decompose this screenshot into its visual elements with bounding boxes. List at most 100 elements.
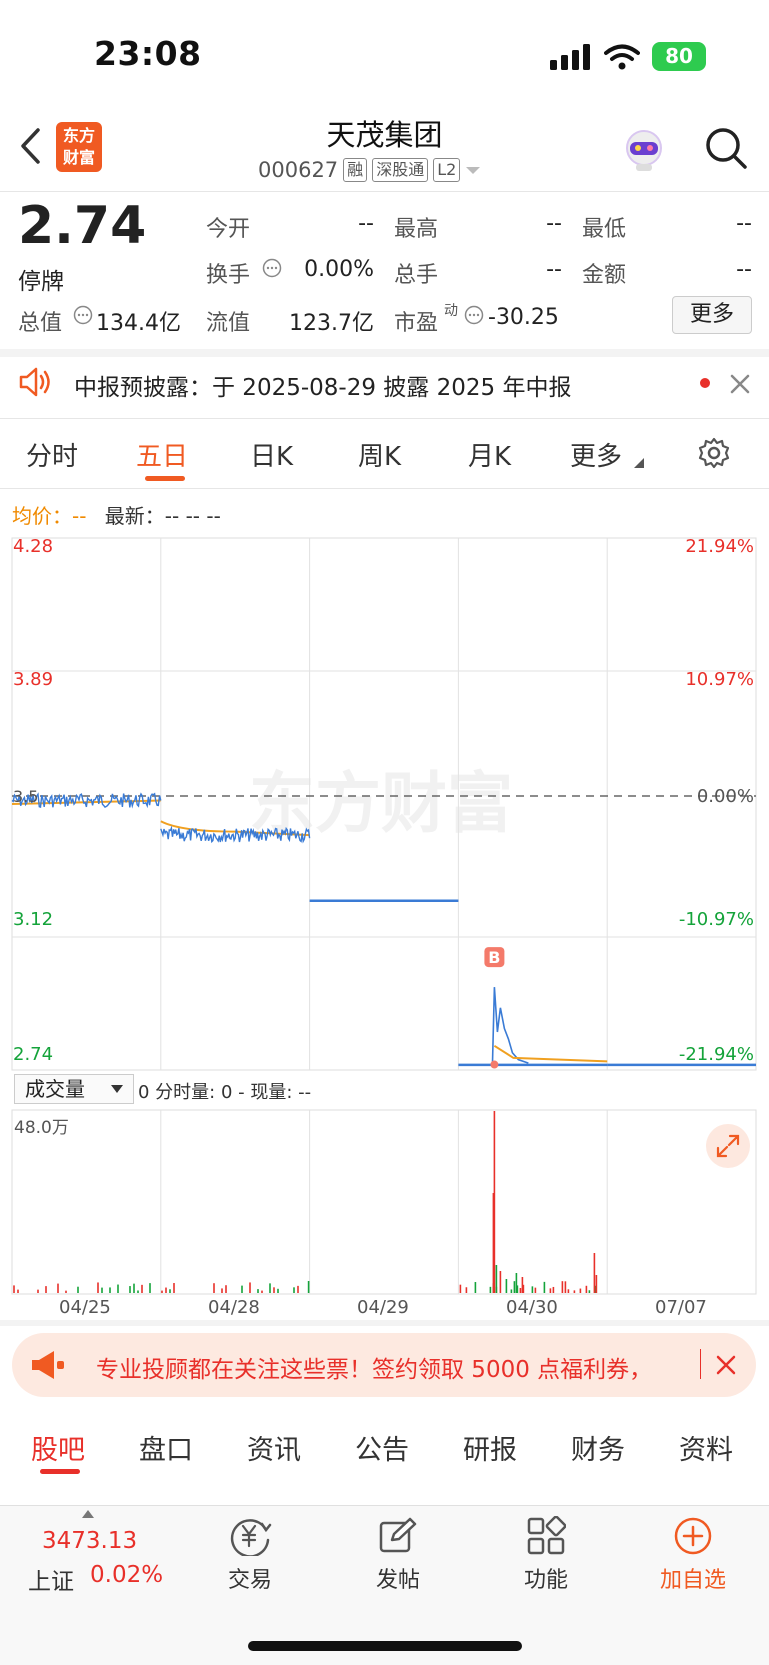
nav-functions[interactable]: 功能 <box>501 1562 591 1594</box>
avg-price-row: 均价：-- 最新：-- -- -- <box>12 500 221 529</box>
margin-tag: 融 <box>343 158 368 182</box>
close-icon[interactable] <box>716 1355 736 1375</box>
robot-assistant-icon[interactable] <box>620 126 668 174</box>
volume-max-label: 48.0万 <box>14 1118 69 1138</box>
value-amount: -- <box>736 257 752 282</box>
expand-chart-button[interactable] <box>706 1124 750 1168</box>
tab-intraday[interactable]: 分时 <box>26 436 78 473</box>
y-axis-left-label: 3.89 <box>13 669 53 690</box>
unread-dot <box>700 378 710 388</box>
dropdown-triangle-icon <box>634 458 644 468</box>
stock-code-row[interactable]: 000627 融 深股通 L2 <box>258 158 481 182</box>
home-indicator <box>248 1641 522 1651</box>
label-high: 最高 <box>394 217 439 242</box>
date-label: 04/25 <box>59 1297 111 1318</box>
expand-icon <box>716 1134 740 1158</box>
more-button[interactable]: 更多 <box>672 296 752 334</box>
tab-five-day[interactable]: 五日 <box>136 436 188 473</box>
index-value[interactable]: 3473.13 <box>42 1528 137 1554</box>
trade-yen-icon[interactable] <box>228 1516 272 1556</box>
settings-gear-icon[interactable] <box>698 437 730 469</box>
info-dots-icon[interactable] <box>73 305 93 325</box>
nav-add-watchlist[interactable]: 加自选 <box>648 1562 738 1594</box>
tab-weekly-k[interactable]: 周K <box>358 436 401 473</box>
watermark: 东方财富 <box>249 765 513 842</box>
value-turnover: 0.00% <box>304 257 374 282</box>
pe-dynamic-sup: 动 <box>444 303 458 319</box>
divider <box>0 488 769 489</box>
value-volume: -- <box>546 257 562 282</box>
tab-finance[interactable]: 财务 <box>571 1428 625 1467</box>
label-volume: 总手 <box>394 263 439 288</box>
tab-guba[interactable]: 股吧 <box>31 1428 85 1467</box>
status-time: 23:08 <box>94 34 202 73</box>
tab-daily-k[interactable]: 日K <box>250 436 293 473</box>
tab-order-book[interactable]: 盘口 <box>139 1428 193 1467</box>
date-label: 07/07 <box>655 1297 707 1318</box>
section-gap <box>0 349 769 357</box>
search-icon[interactable] <box>704 126 748 170</box>
value-open: -- <box>358 211 374 236</box>
label-amount: 金额 <box>582 263 627 288</box>
divider <box>0 418 769 419</box>
five-day-price-chart[interactable]: 东方财富 B 4.28 3.89 3.12 2.74 21.94% 10.97% 0.00%… <box>0 536 769 1076</box>
label-total-value: 总值 <box>18 311 63 336</box>
current-price: 2.74 <box>18 196 147 256</box>
info-dots-icon[interactable] <box>464 305 484 325</box>
promo-separator <box>700 1349 701 1379</box>
date-label: 04/28 <box>208 1297 260 1318</box>
chevron-down-icon <box>466 167 481 174</box>
volume-frame <box>11 1109 757 1295</box>
baseline-label: 3.5 <box>13 787 38 806</box>
battery-indicator: 80 <box>652 42 706 71</box>
functions-grid-icon[interactable] <box>526 1516 566 1556</box>
stock-code: 000627 <box>258 158 339 182</box>
value-float-value: 123.7亿 <box>289 311 374 336</box>
connect-tag: 深股通 <box>372 158 429 182</box>
buy-marker-label: B <box>488 948 500 967</box>
speaker-icon <box>19 367 50 397</box>
chevron-up-icon[interactable] <box>82 1510 94 1518</box>
value-total-value: 134.4亿 <box>96 311 181 336</box>
add-watchlist-icon[interactable] <box>673 1516 713 1556</box>
y-axis-right-label: -10.97% <box>679 909 754 930</box>
label-low: 最低 <box>582 217 627 242</box>
y-axis-right-label: 21.94% <box>685 536 754 557</box>
y-axis-left-label: 4.28 <box>13 536 53 557</box>
label-pe: 市盈 <box>394 311 439 336</box>
trading-status: 停牌 <box>18 269 64 295</box>
tab-more[interactable]: 更多 <box>570 436 622 473</box>
value-low: -- <box>736 211 752 236</box>
date-label: 04/29 <box>357 1297 409 1318</box>
promo-text[interactable]: 专业投顾都在关注这些票！签约领取 5000 点福利券， <box>96 1350 652 1384</box>
y-axis-left-label: 3.12 <box>13 909 53 930</box>
tab-profile[interactable]: 资料 <box>679 1428 733 1467</box>
compose-post-icon[interactable] <box>378 1516 418 1556</box>
y-axis-right-label: -21.94% <box>679 1044 754 1065</box>
close-icon[interactable] <box>730 374 750 394</box>
info-dots-icon[interactable] <box>262 258 282 278</box>
volume-indicator-dropdown[interactable]: 成交量 <box>14 1074 134 1104</box>
section-gap <box>0 1320 769 1326</box>
value-pe: -30.25 <box>488 305 559 330</box>
nav-post[interactable]: 发帖 <box>353 1562 443 1594</box>
value-high: -- <box>546 211 562 236</box>
tab-research[interactable]: 研报 <box>463 1428 517 1467</box>
volume-chart[interactable] <box>0 1108 769 1298</box>
volume-dropdown-label: 成交量 <box>25 1077 85 1101</box>
latest-values: -- -- -- <box>164 504 221 528</box>
tab-announcements[interactable]: 公告 <box>355 1428 409 1467</box>
index-name[interactable]: 上证 <box>28 1562 74 1596</box>
tab-monthly-k[interactable]: 月K <box>468 436 511 473</box>
buy-marker-dot <box>490 1060 499 1069</box>
notice-text[interactable]: 中报预披露：于 2025-08-29 披露 2025 年中报 <box>74 368 571 402</box>
label-turnover: 换手 <box>206 263 251 288</box>
index-change[interactable]: 0.02% <box>90 1562 163 1588</box>
wifi-icon <box>604 44 640 70</box>
nav-trade[interactable]: 交易 <box>205 1562 295 1594</box>
label-float-value: 流值 <box>206 311 251 336</box>
label-open: 今开 <box>206 217 251 242</box>
tab-news[interactable]: 资讯 <box>247 1428 301 1467</box>
date-label: 04/30 <box>506 1297 558 1318</box>
y-axis-left-label: 2.74 <box>13 1044 53 1065</box>
